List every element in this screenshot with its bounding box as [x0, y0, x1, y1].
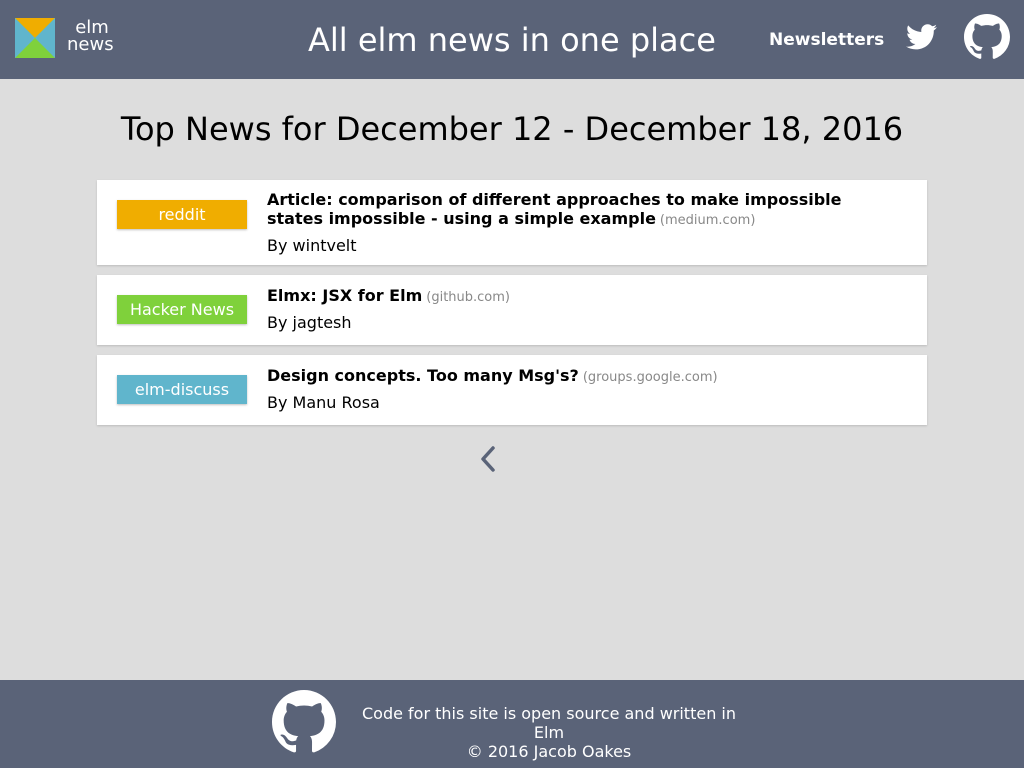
page-title: Top News for December 12 - December 18, …: [120, 110, 904, 148]
news-item-domain: (medium.com): [659, 213, 756, 228]
news-item: elm-discuss Design concepts. Too many Ms…: [97, 355, 927, 425]
elm-logo-icon[interactable]: [15, 18, 55, 58]
github-icon[interactable]: [964, 14, 1010, 60]
news-item-title: Design concepts. Too many Msg's?: [267, 366, 579, 385]
news-item: Hacker News Elmx: JSX for Elm (github.com…: [97, 275, 927, 345]
site-title: All elm news in one place: [308, 21, 716, 59]
news-item-domain: (github.com): [426, 290, 510, 305]
news-item: reddit Article: comparison of different …: [97, 180, 927, 265]
footer-text: Code for this site is open source and wr…: [346, 704, 752, 761]
news-item-author: By wintvelt: [267, 236, 357, 255]
news-item-title-link[interactable]: Article: comparison of different approac…: [267, 190, 887, 230]
twitter-icon[interactable]: [906, 24, 937, 50]
news-item-body: Article: comparison of different approac…: [267, 190, 887, 256]
news-item-author: By jagtesh: [267, 313, 352, 332]
footer-open-source-link[interactable]: Code for this site is open source and wr…: [346, 704, 752, 742]
site-header: elm news All elm news in one place Newsl…: [0, 0, 1024, 79]
logo-text[interactable]: elm news: [67, 19, 117, 55]
site-footer: Code for this site is open source and wr…: [0, 680, 1024, 768]
news-item-title: Article: comparison of different approac…: [267, 190, 842, 228]
chevron-left-icon[interactable]: [478, 444, 498, 474]
news-item-title-link[interactable]: Elmx: JSX for Elm (github.com): [267, 286, 887, 307]
logo-line-news: news: [67, 34, 114, 55]
news-item-body: Elmx: JSX for Elm (github.com) By jagtesh: [267, 286, 887, 333]
footer-copyright: © 2016 Jacob Oakes: [466, 742, 632, 761]
newsletters-link[interactable]: Newsletters: [769, 30, 884, 50]
news-item-author: By Manu Rosa: [267, 393, 380, 412]
news-item-body: Design concepts. Too many Msg's? (groups.…: [267, 366, 887, 413]
news-item-title-link[interactable]: Design concepts. Too many Msg's? (groups.…: [267, 366, 887, 387]
source-badge-reddit[interactable]: reddit: [117, 200, 247, 229]
source-badge-hacker-news[interactable]: Hacker News: [117, 295, 247, 324]
news-item-title: Elmx: JSX for Elm: [267, 286, 423, 305]
github-icon[interactable]: [272, 690, 336, 754]
news-item-domain: (groups.google.com): [582, 370, 718, 385]
source-badge-elm-discuss[interactable]: elm-discuss: [117, 375, 247, 404]
